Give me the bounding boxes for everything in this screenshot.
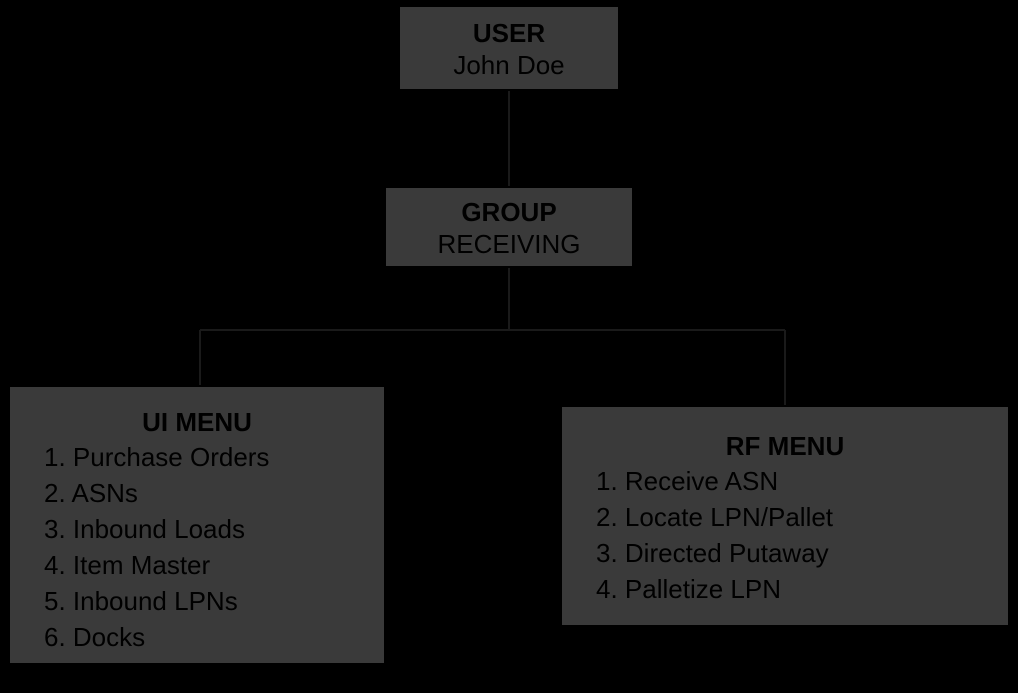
menu-item: 2. Locate LPN/Pallet bbox=[596, 499, 1008, 535]
user-box-value: John Doe bbox=[400, 49, 618, 81]
group-box-title: GROUP bbox=[386, 196, 632, 228]
menu-item: 1. Receive ASN bbox=[596, 463, 1008, 499]
menu-item: 3. Directed Putaway bbox=[596, 535, 1008, 571]
menu-item: 1. Purchase Orders bbox=[44, 439, 384, 475]
rf-menu-list: 1. Receive ASN2. Locate LPN/Pallet3. Dir… bbox=[562, 463, 1008, 607]
menu-item: 4. Item Master bbox=[44, 547, 384, 583]
rf-menu-title: RF MENU bbox=[562, 429, 1008, 463]
menu-item: 2. ASNs bbox=[44, 475, 384, 511]
ui-menu-box: UI MENU 1. Purchase Orders2. ASNs3. Inbo… bbox=[8, 385, 386, 665]
menu-item: 4. Palletize LPN bbox=[596, 571, 1008, 607]
ui-menu-list: 1. Purchase Orders2. ASNs3. Inbound Load… bbox=[10, 439, 384, 655]
rf-menu-box: RF MENU 1. Receive ASN2. Locate LPN/Pall… bbox=[560, 405, 1010, 627]
ui-menu-title: UI MENU bbox=[10, 405, 384, 439]
user-box-title: USER bbox=[400, 17, 618, 49]
group-box-value: RECEIVING bbox=[386, 228, 632, 260]
group-box: GROUP RECEIVING bbox=[384, 186, 634, 268]
menu-item: 6. Docks bbox=[44, 619, 384, 655]
menu-item: 3. Inbound Loads bbox=[44, 511, 384, 547]
menu-item: 5. Inbound LPNs bbox=[44, 583, 384, 619]
user-box: USER John Doe bbox=[398, 5, 620, 91]
